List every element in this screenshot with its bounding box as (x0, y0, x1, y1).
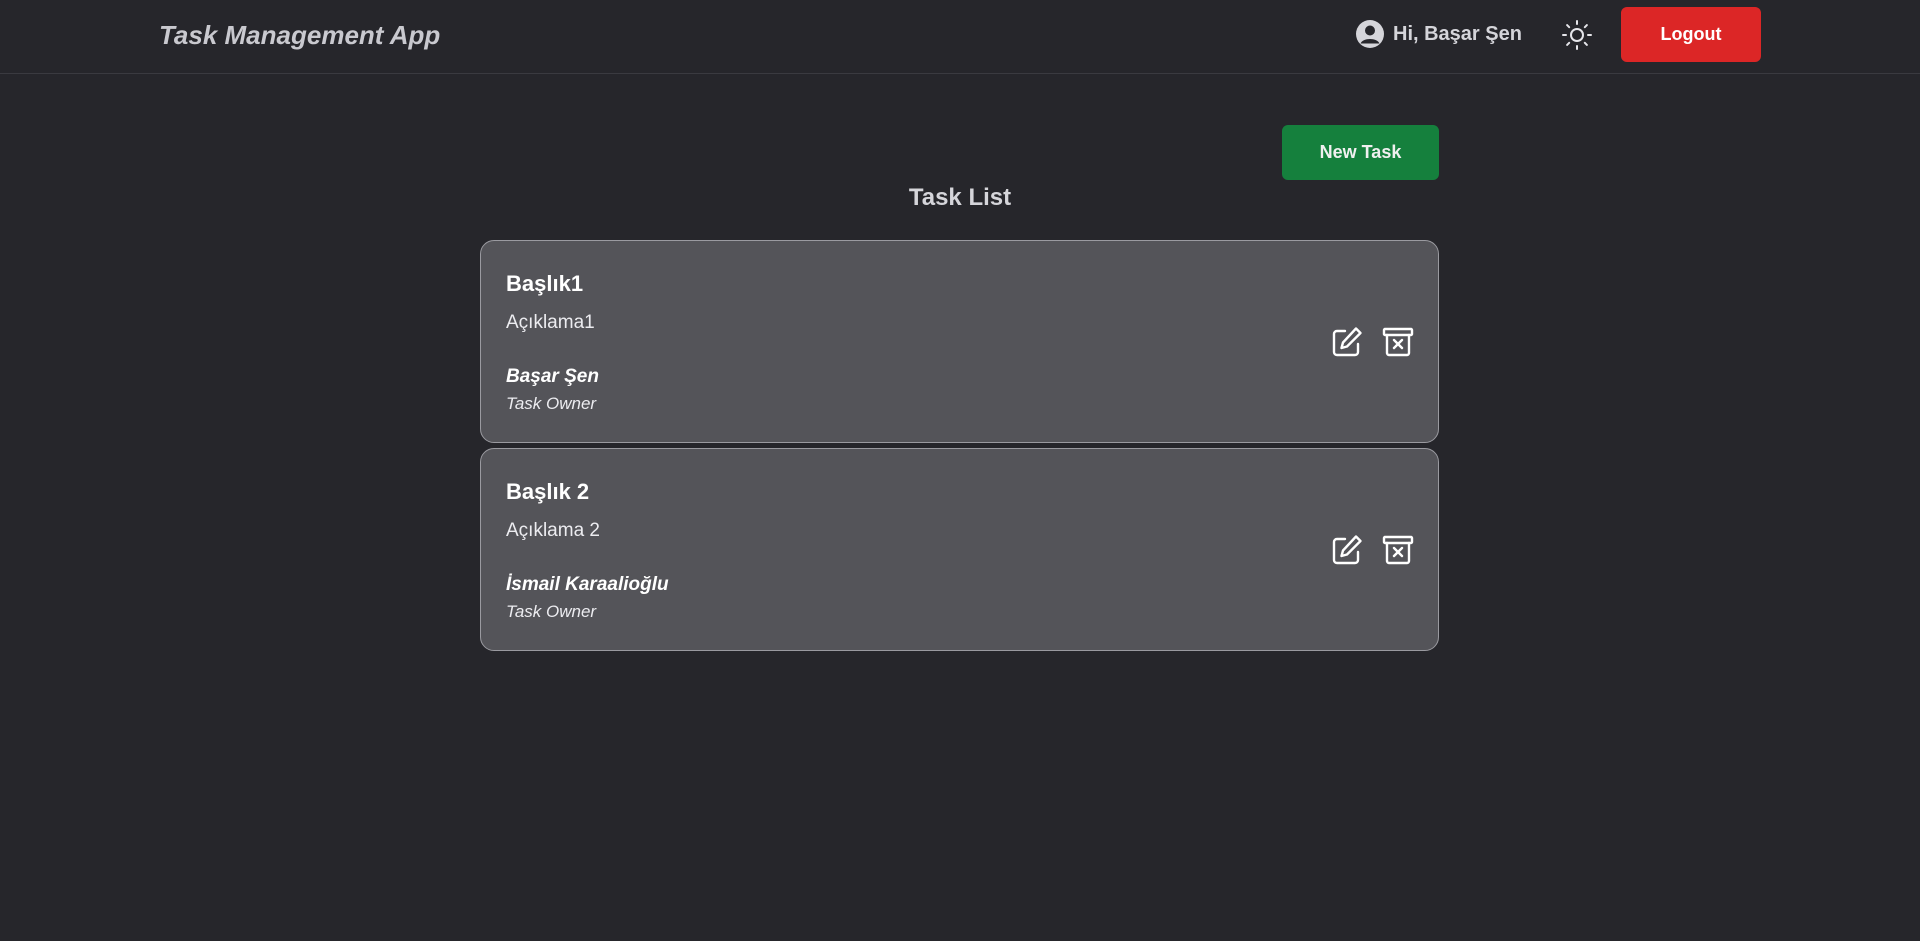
task-owner-role: Task Owner (506, 394, 597, 413)
task-title: Başlık1 (506, 271, 584, 296)
archive-x-icon (1382, 535, 1414, 565)
task-owner-name: Başar Şen (506, 366, 599, 387)
task-description: Açıklama1 (506, 312, 595, 333)
user-circle-icon (1356, 20, 1384, 48)
task-list: Başlık1 Açıklama1 Başar Şen Task Owner B… (480, 240, 1439, 656)
user-greeting: Hi, Başar Şen (1355, 19, 1522, 49)
edit-task-button[interactable] (1330, 325, 1364, 359)
archive-x-icon (1382, 327, 1414, 357)
task-card: Başlık1 Açıklama1 Başar Şen Task Owner (480, 240, 1439, 443)
logout-button[interactable]: Logout (1621, 7, 1761, 62)
page-title: Task List (908, 184, 1012, 211)
edit-task-button[interactable] (1330, 533, 1364, 567)
task-owner-role: Task Owner (506, 602, 597, 621)
task-description: Açıklama 2 (506, 520, 600, 541)
task-owner-name: İsmail Karaalioğlu (506, 574, 669, 595)
task-card: Başlık 2 Açıklama 2 İsmail Karaalioğlu T… (480, 448, 1439, 651)
theme-toggle-button[interactable] (1561, 19, 1593, 51)
task-title: Başlık 2 (506, 479, 590, 504)
edit-icon (1332, 327, 1362, 357)
delete-task-button[interactable] (1381, 325, 1415, 359)
app-brand[interactable]: Task Management App (159, 20, 440, 51)
new-task-button[interactable]: New Task (1282, 125, 1439, 180)
navbar: Task Management App Hi, Başar Şen Logout (0, 0, 1920, 74)
delete-task-button[interactable] (1381, 533, 1415, 567)
edit-icon (1332, 535, 1362, 565)
greeting-text: Hi, Başar Şen (1393, 22, 1522, 45)
sun-icon (1562, 20, 1592, 50)
